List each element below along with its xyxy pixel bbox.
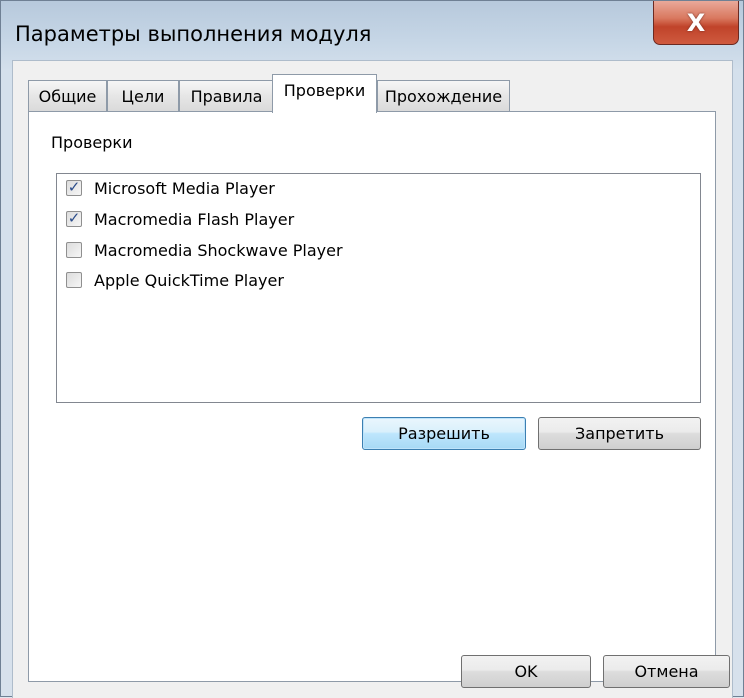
- checkbox-macromedia-flash-player[interactable]: ✓: [66, 208, 82, 227]
- dialog-window: Параметры выполнения модуля X Общие Цели…: [0, 0, 744, 698]
- checkmark-icon: ✓: [67, 177, 81, 196]
- list-item-label: Macromedia Flash Player: [94, 209, 295, 229]
- tab-strip: Общие Цели Правила Проверки Прохождение: [13, 61, 732, 113]
- tab-panel-checks: Проверки ✓ Microsoft Media Player ✓ Macr…: [28, 111, 716, 682]
- list-item[interactable]: Apple QuickTime Player: [66, 267, 284, 293]
- list-item-label: Apple QuickTime Player: [94, 270, 284, 290]
- tab-rules[interactable]: Правила: [179, 80, 274, 111]
- checkbox-macromedia-shockwave-player[interactable]: [66, 242, 82, 258]
- cancel-button[interactable]: Отмена: [603, 655, 730, 688]
- list-item-label: Macromedia Shockwave Player: [94, 240, 343, 260]
- tab-targets[interactable]: Цели: [107, 80, 179, 111]
- dialog-client-area: Общие Цели Правила Проверки Прохождение …: [12, 60, 733, 698]
- checkmark-icon: ✓: [67, 208, 81, 227]
- tab-checks[interactable]: Проверки: [272, 74, 377, 113]
- checkbox-apple-quicktime-player[interactable]: [66, 272, 82, 288]
- ok-button[interactable]: OK: [461, 655, 591, 688]
- tab-passage[interactable]: Прохождение: [377, 80, 510, 111]
- list-item-label: Microsoft Media Player: [94, 178, 275, 198]
- close-icon: X: [686, 8, 706, 37]
- close-button[interactable]: X: [653, 1, 739, 45]
- checks-group-label: Проверки: [51, 133, 133, 152]
- deny-button[interactable]: Запретить: [538, 417, 701, 450]
- allow-button[interactable]: Разрешить: [362, 417, 526, 450]
- list-item[interactable]: ✓ Macromedia Flash Player: [66, 206, 294, 232]
- list-item[interactable]: Macromedia Shockwave Player: [66, 237, 343, 263]
- list-item[interactable]: ✓ Microsoft Media Player: [66, 175, 275, 201]
- checkbox-microsoft-media-player[interactable]: ✓: [66, 177, 82, 196]
- window-title: Параметры выполнения модуля: [15, 22, 372, 46]
- checks-listbox[interactable]: ✓ Microsoft Media Player ✓ Macromedia Fl…: [56, 173, 701, 403]
- tab-general[interactable]: Общие: [28, 80, 107, 111]
